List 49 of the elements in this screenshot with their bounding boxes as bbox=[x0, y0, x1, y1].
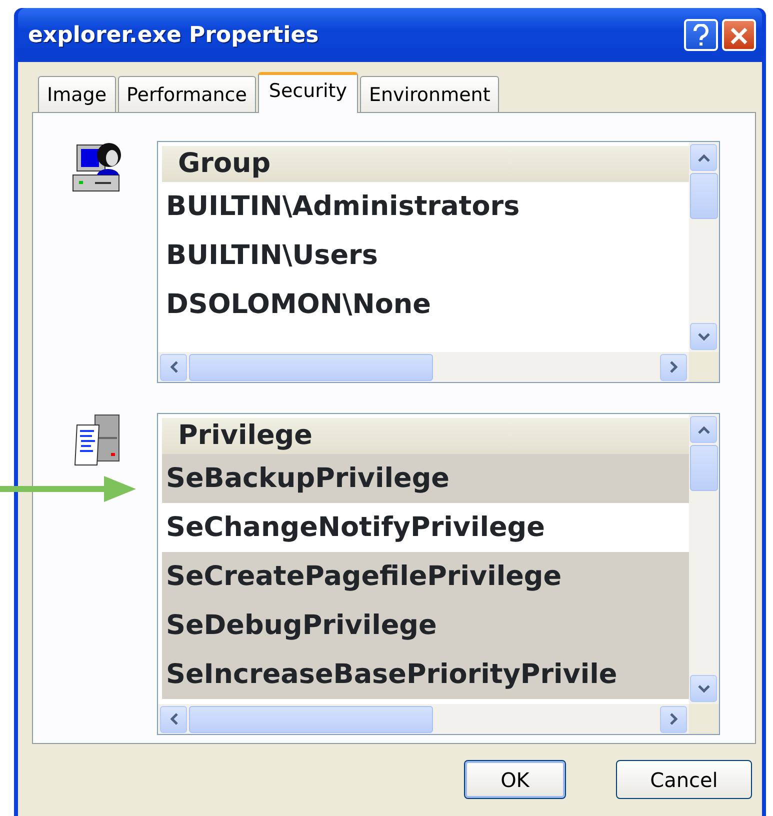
tab[interactable]: Security bbox=[258, 72, 358, 113]
list-item[interactable]: BUILTIN\Users bbox=[162, 231, 689, 280]
right-caret-icon bbox=[668, 712, 678, 726]
scrollbar-corner bbox=[689, 704, 719, 734]
up-caret-icon bbox=[696, 424, 710, 434]
ok-button[interactable]: OK bbox=[464, 760, 566, 799]
left-caret-icon bbox=[168, 360, 178, 374]
scroll-down-button[interactable] bbox=[690, 675, 717, 702]
scroll-thumb[interactable] bbox=[690, 173, 718, 219]
list-item[interactable]: SeBackupPrivilege bbox=[162, 454, 689, 503]
scroll-up-button[interactable] bbox=[690, 416, 717, 443]
tab[interactable]: Environment bbox=[360, 76, 500, 112]
scroll-thumb[interactable] bbox=[189, 354, 433, 380]
horizontal-scrollbar[interactable] bbox=[158, 704, 689, 734]
column-header[interactable]: Group bbox=[162, 146, 689, 182]
group-list[interactable]: Group BUILTIN\Administrators BUILTIN\Users DSOLOMON\None bbox=[157, 141, 720, 383]
tab[interactable]: Performance bbox=[118, 76, 256, 112]
scroll-up-button[interactable] bbox=[690, 144, 717, 171]
window-title: explorer.exe Properties bbox=[28, 22, 320, 50]
help-button[interactable] bbox=[684, 19, 718, 51]
scroll-left-button[interactable] bbox=[160, 706, 187, 732]
list-item[interactable]: BUILTIN\Administrators bbox=[162, 182, 689, 231]
list-item[interactable]: SeChangeNotifyPrivilege bbox=[162, 503, 689, 552]
list-item[interactable]: SeCreatePagefilePrivilege bbox=[162, 552, 689, 601]
close-button[interactable] bbox=[722, 19, 756, 51]
cancel-button[interactable]: Cancel bbox=[616, 760, 752, 799]
scroll-left-button[interactable] bbox=[160, 354, 187, 380]
scroll-right-button[interactable] bbox=[660, 354, 687, 380]
right-caret-icon bbox=[668, 360, 678, 374]
privilege-list[interactable]: Privilege SeBackupPrivilege SeChangeNotifyPrivilege SeCreatePagefilePrivilege SeDebugPrivilege SeIncreaseBasePriorityPrivile bbox=[157, 413, 720, 735]
up-caret-icon bbox=[696, 152, 710, 162]
close-icon bbox=[729, 26, 749, 46]
down-caret-icon bbox=[696, 332, 710, 342]
tab[interactable]: Image bbox=[38, 76, 116, 112]
horizontal-scrollbar[interactable] bbox=[158, 352, 689, 382]
vertical-scrollbar[interactable] bbox=[689, 142, 719, 352]
scroll-thumb[interactable] bbox=[189, 706, 433, 732]
scroll-down-button[interactable] bbox=[690, 323, 717, 350]
column-header[interactable]: Privilege bbox=[162, 418, 689, 454]
list-item[interactable]: SeIncreaseBasePriorityPrivile bbox=[162, 650, 689, 699]
list-item[interactable]: SeDebugPrivilege bbox=[162, 601, 689, 650]
question-mark-icon bbox=[692, 24, 710, 48]
left-caret-icon bbox=[168, 712, 178, 726]
scroll-thumb[interactable] bbox=[690, 445, 718, 491]
vertical-scrollbar[interactable] bbox=[689, 414, 719, 704]
scrollbar-corner bbox=[689, 352, 719, 382]
scroll-right-button[interactable] bbox=[660, 706, 687, 732]
list-item[interactable]: DSOLOMON\None bbox=[162, 280, 689, 329]
down-caret-icon bbox=[696, 684, 710, 694]
